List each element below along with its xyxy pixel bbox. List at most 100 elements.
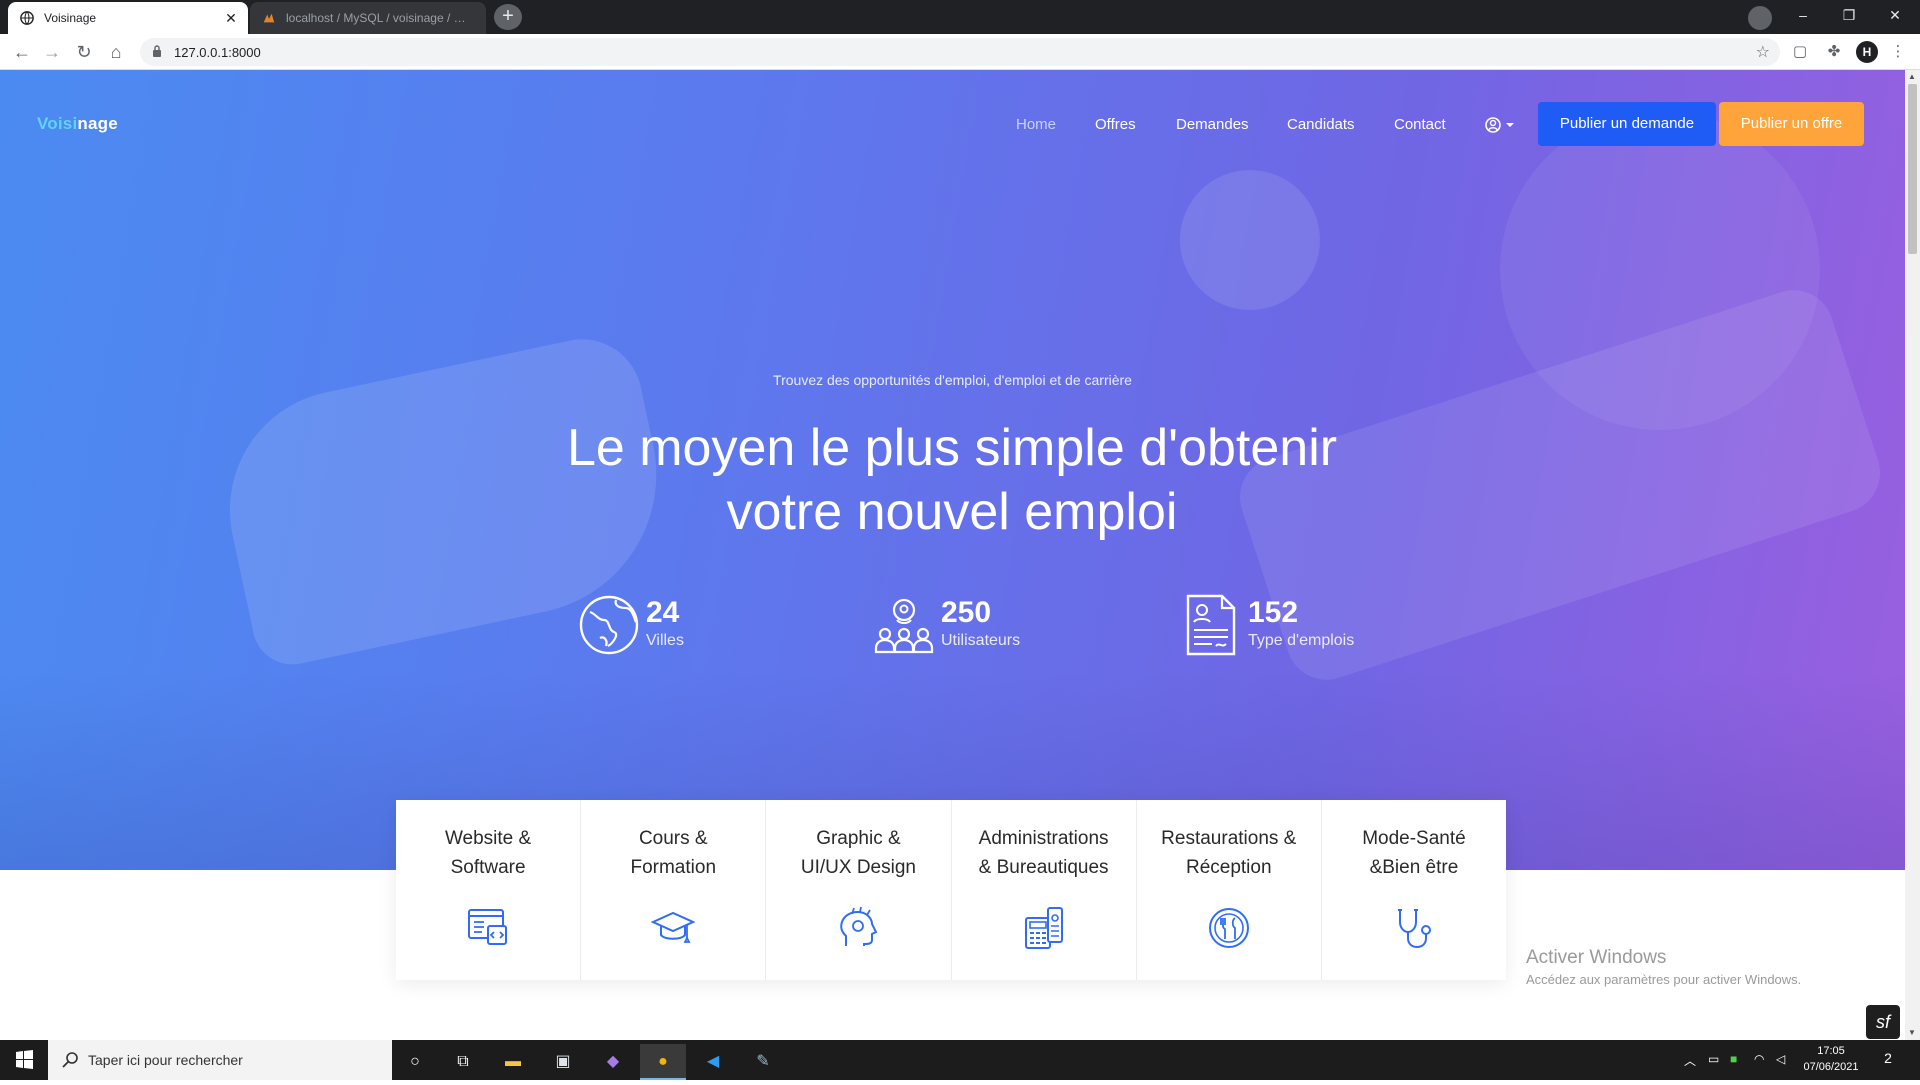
creative-head-icon — [840, 906, 878, 946]
back-arrow-icon[interactable]: ← — [10, 40, 34, 64]
home-icon[interactable]: ⌂ — [104, 40, 128, 64]
scroll-up-icon[interactable]: ▲ — [1908, 72, 1916, 81]
logo-part2: nage — [77, 114, 118, 133]
search-placeholder: Taper ici pour rechercher — [88, 1052, 243, 1068]
category-website-software[interactable]: Website & Software — [396, 800, 582, 980]
publish-demand-button[interactable]: Publier un demande — [1538, 102, 1716, 146]
category-administrations[interactable]: Administrations & Bureautiques — [952, 800, 1137, 980]
publish-offer-button[interactable]: Publier un offre — [1719, 102, 1864, 146]
nav-contact[interactable]: Contact — [1394, 116, 1446, 133]
tray-chevron-icon[interactable]: ︿ — [1684, 1052, 1696, 1069]
cutlery-icon — [1208, 908, 1249, 948]
restore-button[interactable]: ❐ — [1826, 0, 1872, 30]
forward-arrow-icon[interactable]: → — [40, 40, 64, 64]
calculator-icon — [1024, 907, 1063, 949]
store-icon[interactable]: ▣ — [540, 1044, 586, 1080]
scroll-down-icon[interactable]: ▼ — [1908, 1028, 1916, 1037]
category-label: Cours & Formation — [630, 828, 717, 878]
profile-avatar[interactable]: H — [1856, 41, 1878, 63]
browser-tab-strip: Voisinage ✕ localhost / MySQL / voisinag… — [0, 0, 1920, 34]
globe-favicon-icon — [20, 11, 34, 25]
stat-users: 250 Utilisateurs — [873, 590, 1153, 660]
bookmark-star-icon[interactable]: ☆ — [1756, 42, 1770, 62]
file-explorer-icon[interactable]: ▬ — [490, 1044, 536, 1080]
hero-section: Voisinage Home Offres Demandes Candidats… — [0, 70, 1905, 870]
url-text: 127.0.0.1:8000 — [174, 45, 261, 60]
stat-label: Utilisateurs — [941, 632, 1021, 649]
category-cours-formation[interactable]: Cours & Formation — [581, 800, 767, 980]
scrollbar-thumb[interactable] — [1908, 84, 1917, 254]
puzzle-extensions-icon[interactable]: ✤ — [1822, 40, 1846, 64]
cortana-icon[interactable]: ○ — [392, 1044, 438, 1080]
activate-windows-title: Activer Windows — [1526, 947, 1667, 968]
users-location-icon — [874, 598, 934, 654]
stat-number: 152 — [1248, 596, 1299, 629]
hero-subtitle: Trouvez des opportunités d'emploi, d'emp… — [773, 372, 1132, 388]
category-label: Restaurations & Réception — [1161, 828, 1297, 878]
visual-studio-icon[interactable]: ◆ — [590, 1044, 636, 1080]
user-menu-dropdown[interactable] — [1484, 114, 1518, 136]
web-code-icon — [468, 909, 508, 945]
paint-icon[interactable]: ✎ — [740, 1044, 786, 1080]
search-icon — [62, 1052, 78, 1068]
tab-close-icon[interactable]: ✕ — [220, 10, 242, 27]
background-blur-shape — [1180, 170, 1320, 310]
stat-number: 24 — [646, 596, 680, 629]
chrome-icon[interactable]: ● — [640, 1044, 686, 1080]
notification-center-icon[interactable]: 2 — [1878, 1050, 1898, 1070]
category-label: Mode-Santé &Bien être — [1362, 828, 1466, 878]
tab-phpmyadmin[interactable]: localhost / MySQL / voisinage / … — [250, 2, 486, 34]
tab-voisinage[interactable]: Voisinage ✕ — [8, 2, 248, 34]
tab-title: localhost / MySQL / voisinage / … — [286, 11, 466, 25]
activate-windows-text: Accédez aux paramètres pour activer Wind… — [1526, 972, 1802, 987]
minimize-button[interactable]: – — [1780, 0, 1826, 30]
browser-toolbar: ← → ↻ ⌂ 127.0.0.1:8000 ☆ ▢ ✤ H ⋮ — [0, 34, 1920, 70]
headline-line-1: Le moyen le plus simple d'obtenir — [566, 419, 1338, 477]
nav-candidats[interactable]: Candidats — [1287, 116, 1355, 133]
tab-title: Voisinage — [44, 11, 97, 25]
close-window-button[interactable]: ✕ — [1872, 0, 1918, 30]
stat-label: Type d'emplois — [1248, 632, 1355, 649]
tray-app-icon[interactable]: ■ — [1730, 1052, 1737, 1066]
clock-date: 07/06/2021 — [1803, 1061, 1859, 1073]
headline-line-2: votre nouvel emploi — [726, 483, 1178, 541]
logo-part1: Voisi — [37, 114, 78, 133]
page-scrollbar[interactable]: ▲ ▼ — [1905, 70, 1920, 1040]
symfony-toolbar-icon[interactable]: sf — [1866, 1005, 1900, 1039]
new-tab-button[interactable]: + — [494, 4, 522, 30]
phpmyadmin-favicon-icon — [263, 13, 275, 23]
task-view-icon[interactable]: ⧉ — [440, 1044, 486, 1080]
chrome-tab-search-icon[interactable] — [1748, 6, 1772, 30]
nav-offres[interactable]: Offres — [1095, 116, 1136, 133]
site-logo[interactable]: Voisinage — [37, 114, 118, 134]
volume-icon[interactable]: ◁ — [1776, 1052, 1785, 1066]
category-mode-sante[interactable]: Mode-Santé &Bien être — [1322, 800, 1506, 980]
category-cards: Website & Software Cours & Formation Gra… — [396, 800, 1506, 980]
category-graphic-design[interactable]: Graphic & UI/UX Design — [766, 800, 952, 980]
taskbar-search-box[interactable]: Taper ici pour rechercher — [48, 1040, 392, 1080]
vscode-icon[interactable]: ◀ — [690, 1044, 736, 1080]
address-bar[interactable]: 127.0.0.1:8000 ☆ — [140, 38, 1780, 66]
category-restaurations[interactable]: Restaurations & Réception — [1137, 800, 1322, 980]
clock-time: 17:05 — [1817, 1045, 1845, 1057]
nav-demandes[interactable]: Demandes — [1176, 116, 1249, 133]
extension-icon[interactable]: ▢ — [1788, 40, 1812, 64]
notification-count: 2 — [1884, 1050, 1892, 1066]
windows-start-icon[interactable] — [0, 1040, 48, 1080]
reload-icon[interactable]: ↻ — [72, 40, 96, 64]
stat-number: 250 — [941, 596, 992, 629]
windows-taskbar: Taper ici pour rechercher ○ ⧉ ▬ ▣ ◆ ● ◀ … — [0, 1040, 1920, 1080]
kebab-menu-icon[interactable]: ⋮ — [1886, 40, 1910, 64]
stat-job-types: 152 Type d'emplois — [1180, 590, 1420, 660]
hero-headline: Le moyen le plus simple d'obtenir votre … — [452, 416, 1452, 544]
globe-icon — [579, 595, 639, 655]
graduation-cap-icon — [651, 911, 696, 943]
nav-home[interactable]: Home — [1016, 116, 1056, 133]
taskbar-clock[interactable]: 17:05 07/06/2021 — [1796, 1043, 1866, 1075]
wifi-icon[interactable]: ◠ — [1754, 1052, 1764, 1066]
category-label: Administrations & Bureautiques — [978, 828, 1109, 878]
category-label: Website & Software — [444, 828, 532, 878]
tray-meet-icon[interactable]: ▭ — [1708, 1052, 1719, 1066]
stethoscope-icon — [1397, 909, 1431, 949]
info-lock-icon — [153, 45, 161, 57]
